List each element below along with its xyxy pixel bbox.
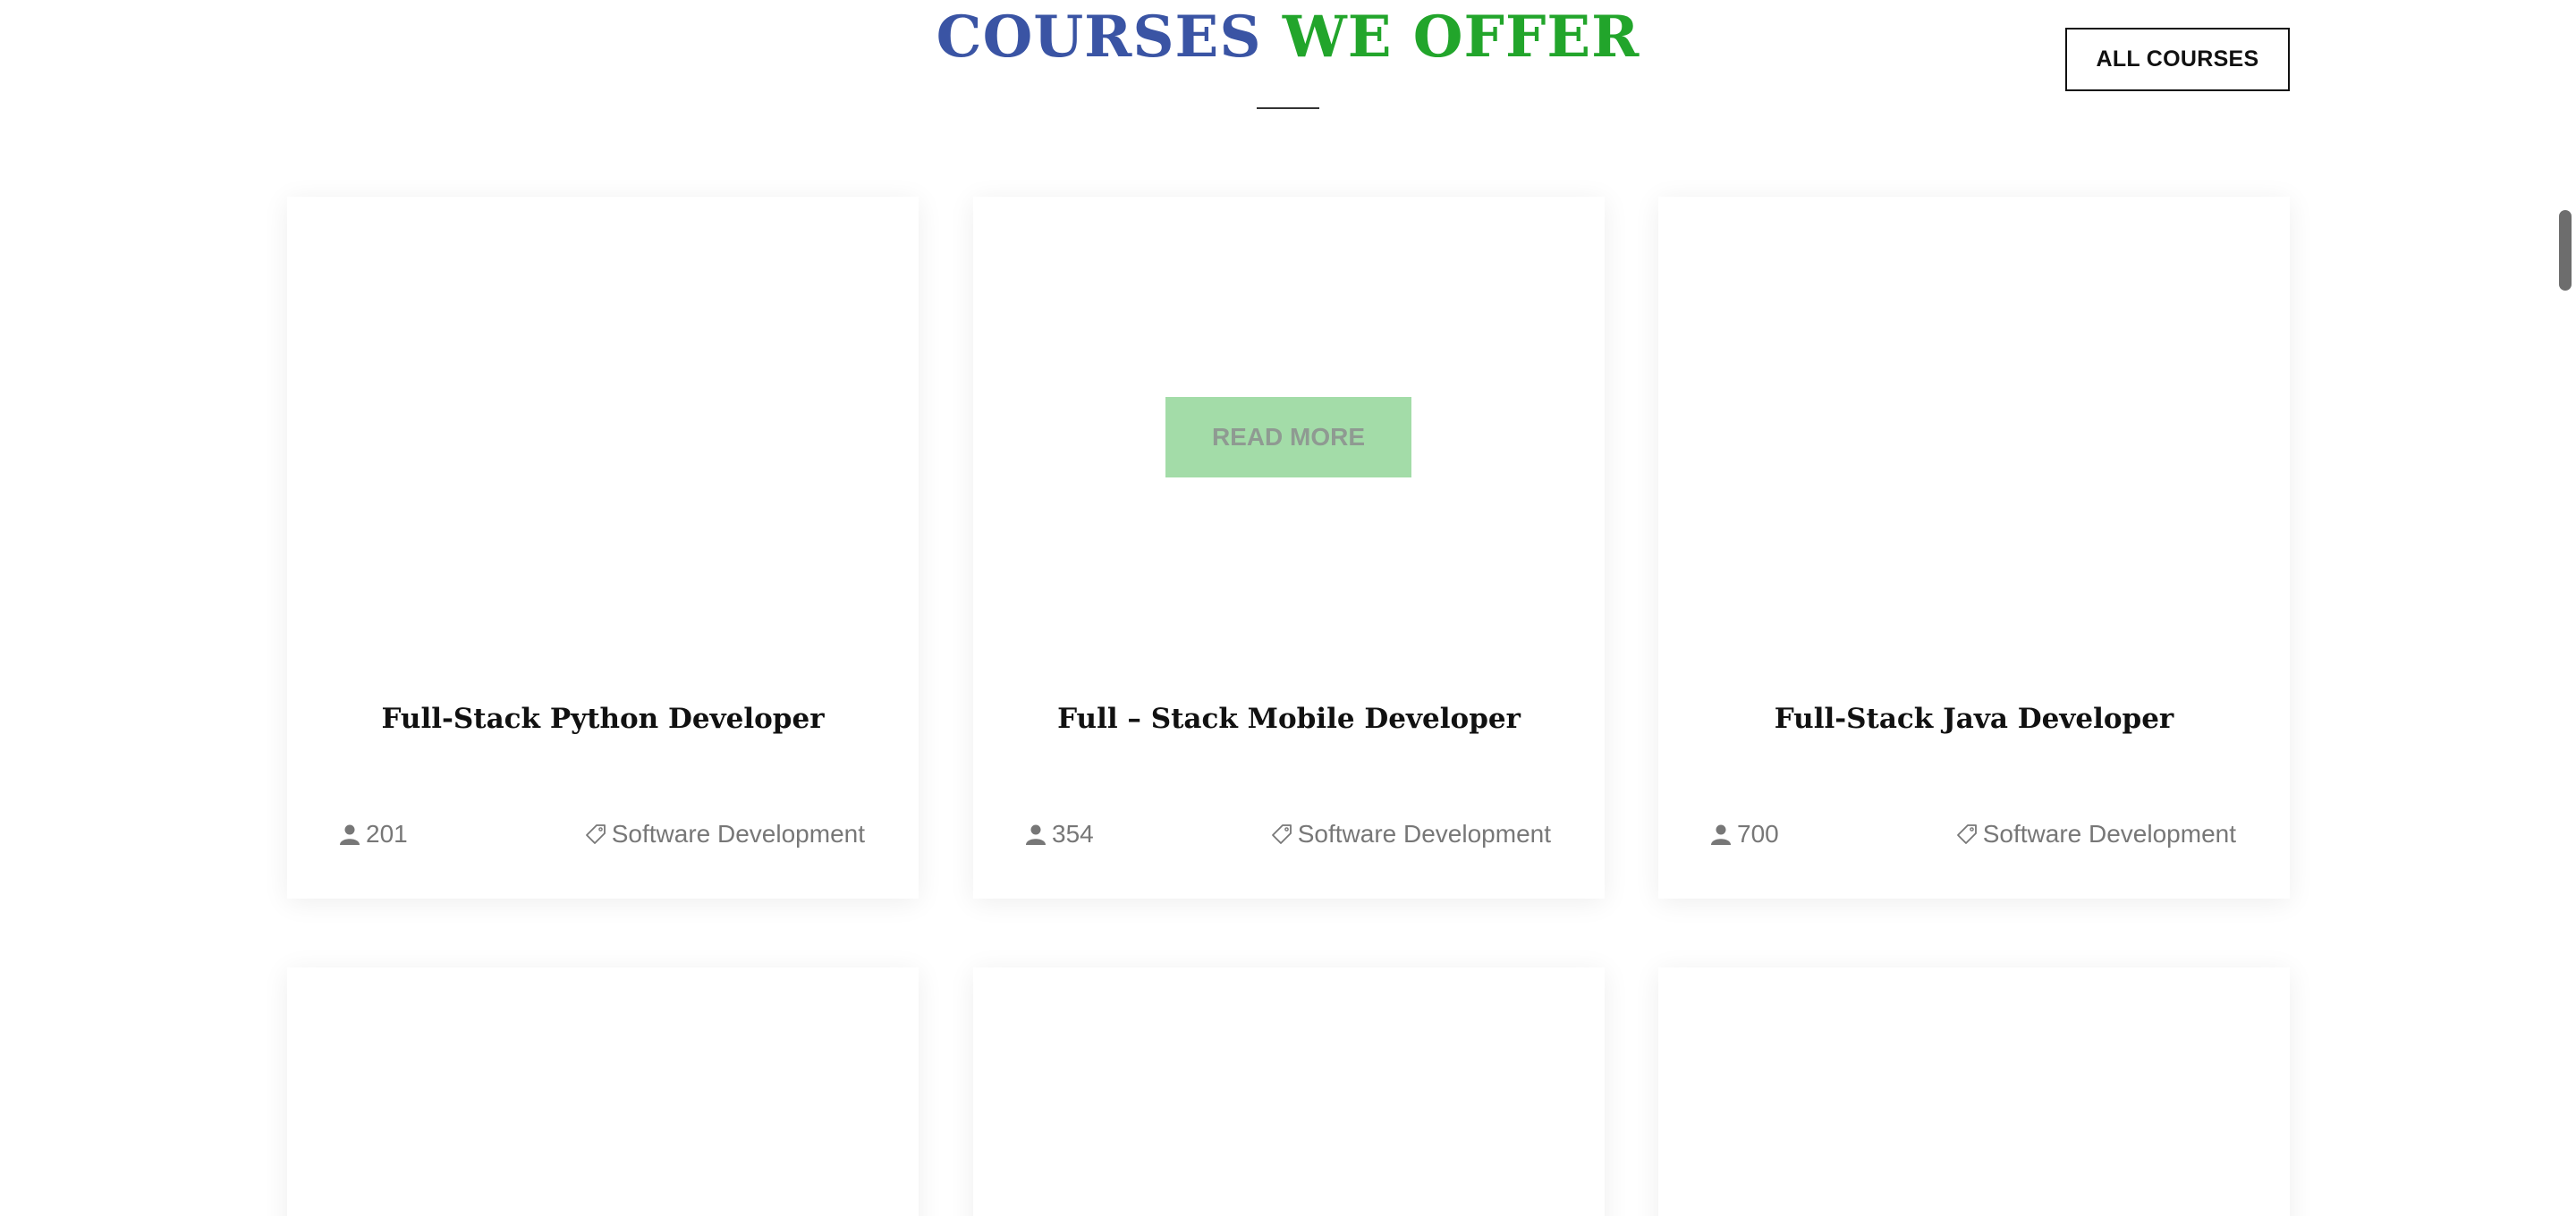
course-card[interactable]: [1658, 967, 2290, 1216]
section-title-part1: COURSES: [936, 4, 1262, 71]
course-meta: 201 Software Development: [339, 816, 865, 852]
course-card[interactable]: Full-Stack Python Developer 201 Software…: [287, 197, 919, 899]
user-icon: [1710, 823, 1732, 846]
user-icon: [339, 823, 360, 846]
students-value: 700: [1737, 820, 1779, 848]
course-title[interactable]: Full-Stack Python Developer: [287, 703, 919, 735]
course-card[interactable]: [973, 967, 1605, 1216]
course-category[interactable]: Software Development: [585, 820, 865, 849]
tag-icon: [1271, 823, 1292, 846]
category-label[interactable]: Software Development: [612, 820, 865, 849]
students-count: 700: [1710, 820, 1779, 849]
students-count: 354: [1025, 820, 1094, 849]
course-meta: 354 Software Development: [1025, 816, 1551, 852]
category-label[interactable]: Software Development: [1298, 820, 1551, 849]
tag-icon: [585, 823, 606, 846]
course-card[interactable]: READ MORE Full – Stack Mobile Developer …: [973, 197, 1605, 899]
course-thumbnail[interactable]: [1658, 197, 2290, 626]
course-meta: 700 Software Development: [1710, 816, 2236, 852]
course-title[interactable]: Full – Stack Mobile Developer: [973, 703, 1605, 735]
course-category[interactable]: Software Development: [1956, 820, 2236, 849]
category-label[interactable]: Software Development: [1983, 820, 2236, 849]
title-divider: [1257, 107, 1319, 109]
course-title[interactable]: Full-Stack Java Developer: [1658, 703, 2290, 735]
scrollbar-thumb[interactable]: [2559, 210, 2572, 291]
courses-page: COURSES WE OFFER ALL COURSES Full-Stack …: [0, 0, 2576, 1216]
course-card[interactable]: [287, 967, 919, 1216]
all-courses-button[interactable]: ALL COURSES: [2065, 28, 2290, 91]
course-category[interactable]: Software Development: [1271, 820, 1551, 849]
tag-icon: [1956, 823, 1978, 846]
user-icon: [1025, 823, 1046, 846]
section-title-part2: WE OFFER: [1282, 4, 1640, 71]
students-value: 201: [366, 820, 408, 848]
course-thumbnail[interactable]: [287, 197, 919, 626]
course-thumbnail[interactable]: READ MORE: [973, 197, 1605, 626]
students-count: 201: [339, 820, 408, 849]
read-more-button[interactable]: READ MORE: [1165, 397, 1411, 477]
students-value: 354: [1052, 820, 1094, 848]
course-card[interactable]: Full-Stack Java Developer 700 Software D…: [1658, 197, 2290, 899]
